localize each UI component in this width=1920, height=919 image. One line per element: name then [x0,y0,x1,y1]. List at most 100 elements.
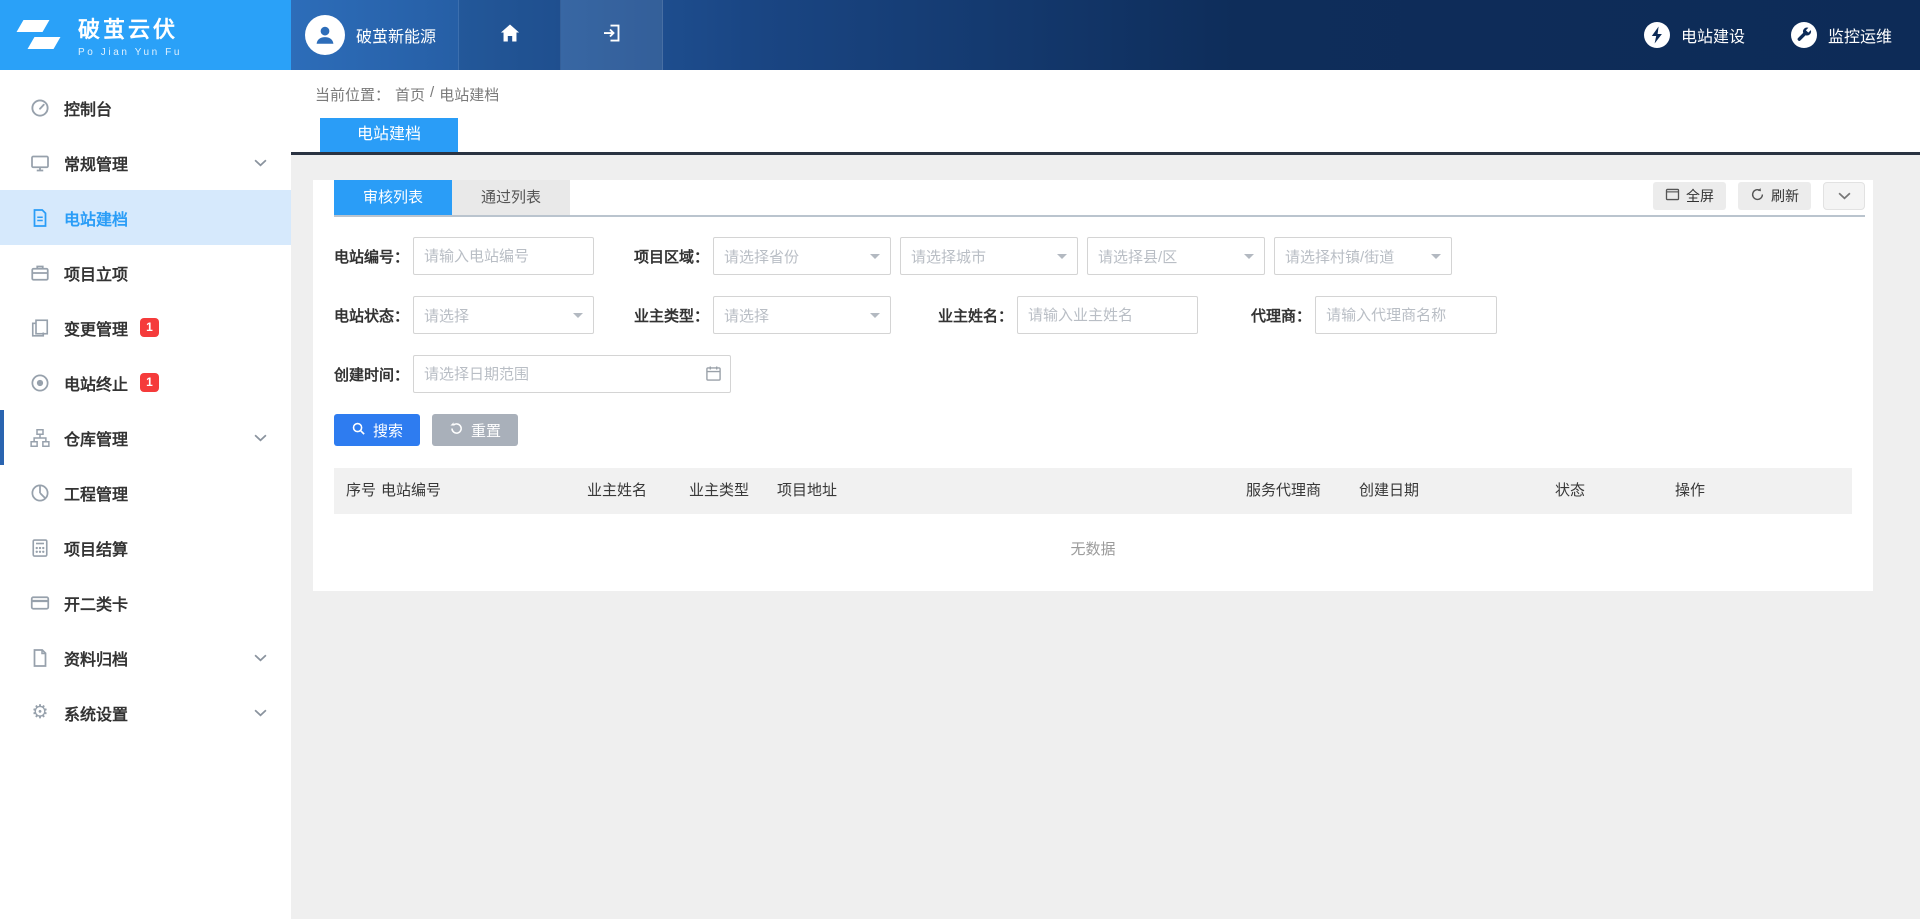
create-time-label: 创建时间： [334,364,409,385]
refresh-button[interactable]: 刷新 [1738,182,1811,210]
agent-label: 代理商： [1251,305,1311,326]
copy-icon [29,318,51,338]
calculator-icon [29,538,51,558]
home-button[interactable] [459,0,561,70]
reset-icon [449,421,464,440]
station-no-label: 电站编号： [334,246,409,267]
column-header: 服务代理商 [1246,468,1321,514]
chevron-down-icon [870,254,880,264]
logo[interactable]: 破茧云伏 Po Jian Yun Fu [0,0,291,70]
results-table: 序号 电站编号 业主姓名 业主类型 项目地址 服务代理商 创建日期 状态 操作 … [334,468,1852,563]
empty-state: 无数据 [334,514,1852,563]
panel-toolbar: 全屏 刷新 [1653,182,1865,210]
notification-badge: 1 [140,373,159,392]
panel: 审核列表 通过列表 全屏 刷新 [313,180,1873,591]
sidebar-item-label: 常规管理 [64,151,128,175]
tab-review-list[interactable]: 审核列表 [334,180,452,215]
nav-monitor-ops[interactable]: 监控运维 [1790,21,1892,49]
fullscreen-label: 全屏 [1686,186,1714,206]
collapse-filters-button[interactable] [1823,182,1865,210]
column-header: 状态 [1555,468,1585,514]
breadcrumb-home-link[interactable]: 首页 [395,84,425,105]
date-range-field [413,355,731,393]
chevron-down-icon [254,159,267,167]
sidebar-item-station-termination[interactable]: 电站终止 1 [0,355,291,410]
search-icon [351,421,366,440]
company-name: 破茧新能源 [356,23,436,47]
sidebar-item-console[interactable]: 控制台 [0,80,291,135]
logout-button[interactable] [561,0,663,70]
town-select[interactable]: 请选择村镇/街道 [1274,237,1452,275]
fullscreen-button[interactable]: 全屏 [1653,182,1726,210]
sidebar-item-station-archive[interactable]: 电站建档 [0,190,291,245]
district-select[interactable]: 请选择县/区 [1087,237,1265,275]
owner-type-select[interactable]: 请选择 [713,296,891,334]
column-header: 电站编号 [381,468,441,514]
page-tab-station-archive[interactable]: 电站建档 [320,118,458,152]
tab-passed-list[interactable]: 通过列表 [452,180,570,215]
owner-name-input[interactable] [1017,296,1198,334]
panel-tabs: 审核列表 通过列表 全屏 刷新 [334,180,1865,217]
stop-circle-icon [29,373,51,393]
sidebar-item-change-management[interactable]: 变更管理 1 [0,300,291,355]
sidebar-item-system-settings[interactable]: ⚙ 系统设置 [0,685,291,740]
date-range-input[interactable] [413,355,731,393]
column-header: 业主姓名 [587,468,647,514]
sidebar-item-general-management[interactable]: 常规管理 [0,135,291,190]
column-header: 序号 [346,468,376,514]
breadcrumb-current: 电站建档 [439,84,499,105]
owner-type-value: 请选择 [724,305,769,326]
pie-chart-icon [29,483,51,503]
station-status-value: 请选择 [424,305,469,326]
document-icon [29,208,51,228]
wrench-icon [1790,21,1818,49]
station-no-input[interactable] [413,237,594,275]
sidebar-item-label: 项目立项 [64,261,128,285]
district-select-value: 请选择县/区 [1098,246,1177,267]
nav-station-build[interactable]: 电站建设 [1643,21,1745,49]
station-status-label: 电站状态： [334,305,409,326]
breadcrumb: 当前位置： 首页 / 电站建档 [291,70,1920,105]
logo-title: 破茧云伏 [78,12,182,44]
owner-type-label: 业主类型： [634,305,709,326]
city-select-value: 请选择城市 [911,246,986,267]
chevron-down-icon [254,654,267,662]
header-bar: 破茧新能源 电站建设 监控运维 [291,0,1920,70]
chevron-down-icon [1057,254,1067,264]
agent-input[interactable] [1315,296,1497,334]
column-header: 操作 [1675,468,1705,514]
content-body: 审核列表 通过列表 全屏 刷新 [291,155,1920,919]
sidebar-item-warehouse-management[interactable]: 仓库管理 [0,410,291,465]
sidebar-item-project-initiation[interactable]: 项目立项 [0,245,291,300]
sidebar-item-engineering-management[interactable]: 工程管理 [0,465,291,520]
reset-label: 重置 [471,420,501,441]
table-header-row: 序号 电站编号 业主姓名 业主类型 项目地址 服务代理商 创建日期 状态 操作 [334,468,1852,514]
sidebar: 控制台 常规管理 电站建档 项目立项 变更管理 1 电站终止 1 仓库管理 工程… [0,70,291,919]
refresh-label: 刷新 [1771,186,1799,206]
breadcrumb-prefix: 当前位置： [315,84,390,105]
reset-button[interactable]: 重置 [432,414,518,446]
top-header: 破茧云伏 Po Jian Yun Fu 破茧新能源 电站建 [0,0,1920,70]
sidebar-item-label: 项目结算 [64,536,128,560]
search-label: 搜索 [373,420,403,441]
column-header: 项目地址 [777,468,837,514]
monitor-icon [29,153,51,173]
owner-name-label: 业主姓名： [938,305,1013,326]
station-status-select[interactable]: 请选择 [413,296,594,334]
city-select[interactable]: 请选择城市 [900,237,1078,275]
chevron-down-icon [254,709,267,717]
gear-icon: ⚙ [29,703,51,723]
province-select[interactable]: 请选择省份 [713,237,891,275]
search-button[interactable]: 搜索 [334,414,420,446]
sidebar-item-label: 电站终止 [64,371,128,395]
logo-subtitle: Po Jian Yun Fu [78,47,182,58]
sidebar-item-data-archive[interactable]: 资料归档 [0,630,291,685]
sidebar-item-open-type2-card[interactable]: 开二类卡 [0,575,291,630]
chevron-down-icon [1431,254,1441,264]
sitemap-icon [29,428,51,448]
user-menu[interactable]: 破茧新能源 [291,0,459,70]
column-header: 创建日期 [1359,468,1419,514]
sidebar-item-project-settlement[interactable]: 项目结算 [0,520,291,575]
notification-badge: 1 [140,318,159,337]
province-select-value: 请选择省份 [724,246,799,267]
